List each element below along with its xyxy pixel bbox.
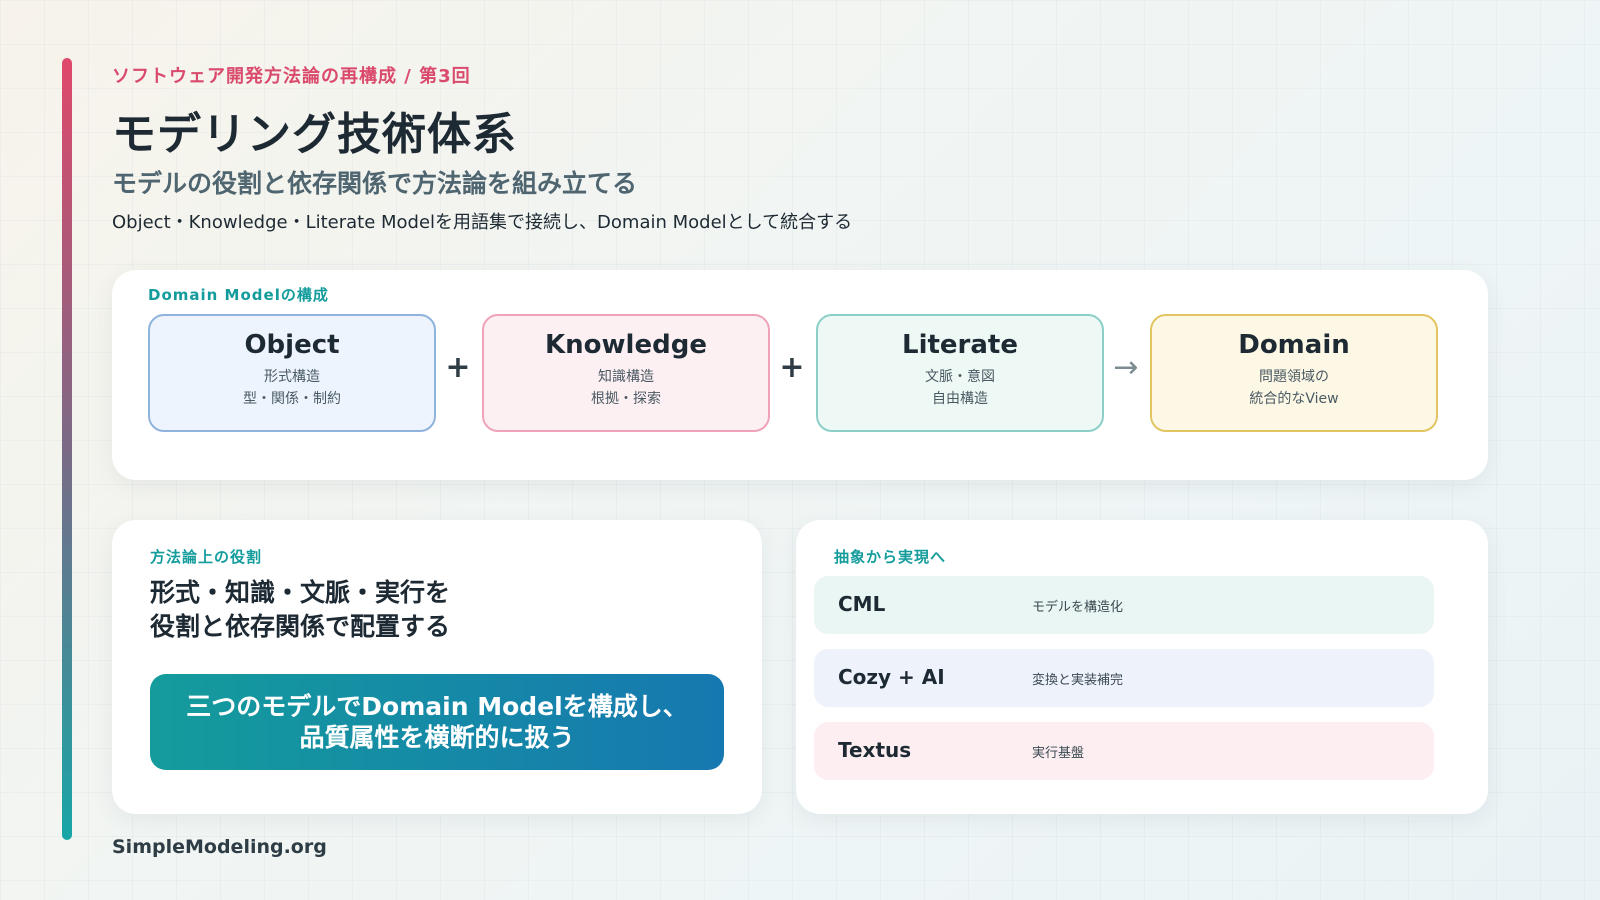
impl-name: CML [838, 592, 886, 616]
series-kicker: ソフトウェア開発方法論の再構成 / 第3回 [112, 66, 471, 87]
implementation-label: 抽象から実現へ [834, 548, 947, 566]
footer-site: SimpleModeling.org [112, 836, 327, 858]
role-heading-line2: 役割と依存関係で配置する [150, 612, 451, 641]
banner-line1: 三つのモデルでDomain Modelを構成し、 [186, 692, 688, 721]
plus-operator: + [445, 350, 471, 385]
model-desc-line2: 根拠・探索 [591, 391, 661, 407]
composition-label: Domain Modelの構成 [148, 286, 329, 304]
implementation-card: 抽象から実現へ CML モデルを構造化 Cozy + AI 変換と実装補完 Te… [796, 520, 1488, 814]
model-name: Knowledge [545, 330, 707, 360]
model-box-object: Object 形式構造 型・関係・制約 [148, 314, 436, 432]
arrow-right-icon: → [1113, 350, 1139, 385]
model-desc-line1: 問題領域の [1259, 369, 1329, 385]
model-desc-line1: 知識構造 [598, 369, 654, 385]
impl-desc: モデルを構造化 [1032, 600, 1124, 615]
impl-row-textus: Textus 実行基盤 [814, 722, 1434, 780]
accent-bar [62, 58, 72, 840]
impl-row-cml: CML モデルを構造化 [814, 576, 1434, 634]
impl-desc: 変換と実装補完 [1032, 673, 1124, 688]
model-desc-line2: 型・関係・制約 [243, 391, 341, 407]
composition-card: Domain Modelの構成 Object 形式構造 型・関係・制約 + Kn… [112, 270, 1488, 480]
plus-operator: + [779, 350, 805, 385]
role-label: 方法論上の役割 [150, 548, 263, 566]
page-subtitle: モデルの役割と依存関係で方法論を組み立てる [112, 169, 638, 198]
model-desc-line1: 文脈・意図 [925, 369, 995, 385]
model-box-knowledge: Knowledge 知識構造 根拠・探索 [482, 314, 770, 432]
page-title: モデリング技術体系 [112, 109, 517, 160]
model-box-domain: Domain 問題領域の 統合的なView [1150, 314, 1438, 432]
impl-name: Textus [838, 738, 912, 762]
role-heading: 形式・知識・文脈・実行を 役割と依存関係で配置する [150, 576, 730, 644]
model-box-literate: Literate 文脈・意図 自由構造 [816, 314, 1104, 432]
impl-desc: 実行基盤 [1032, 746, 1085, 761]
model-name: Object [244, 330, 340, 360]
model-desc-line1: 形式構造 [264, 369, 320, 385]
banner-line2: 品質属性を横断的に扱う [299, 723, 575, 752]
model-name: Literate [902, 330, 1018, 360]
role-heading-line1: 形式・知識・文脈・実行を [150, 578, 451, 607]
impl-name: Cozy + AI [838, 665, 945, 689]
role-card: 方法論上の役割 形式・知識・文脈・実行を 役割と依存関係で配置する 三つのモデル… [112, 520, 762, 814]
model-name: Domain [1238, 330, 1350, 360]
impl-row-cozy: Cozy + AI 変換と実装補完 [814, 649, 1434, 707]
lead-text: Object・Knowledge・Literate Modelを用語集で接続し、… [112, 212, 853, 233]
model-desc-line2: 自由構造 [932, 391, 988, 407]
role-banner: 三つのモデルでDomain Modelを構成し、 品質属性を横断的に扱う [150, 674, 724, 770]
model-desc-line2: 統合的なView [1249, 391, 1339, 407]
